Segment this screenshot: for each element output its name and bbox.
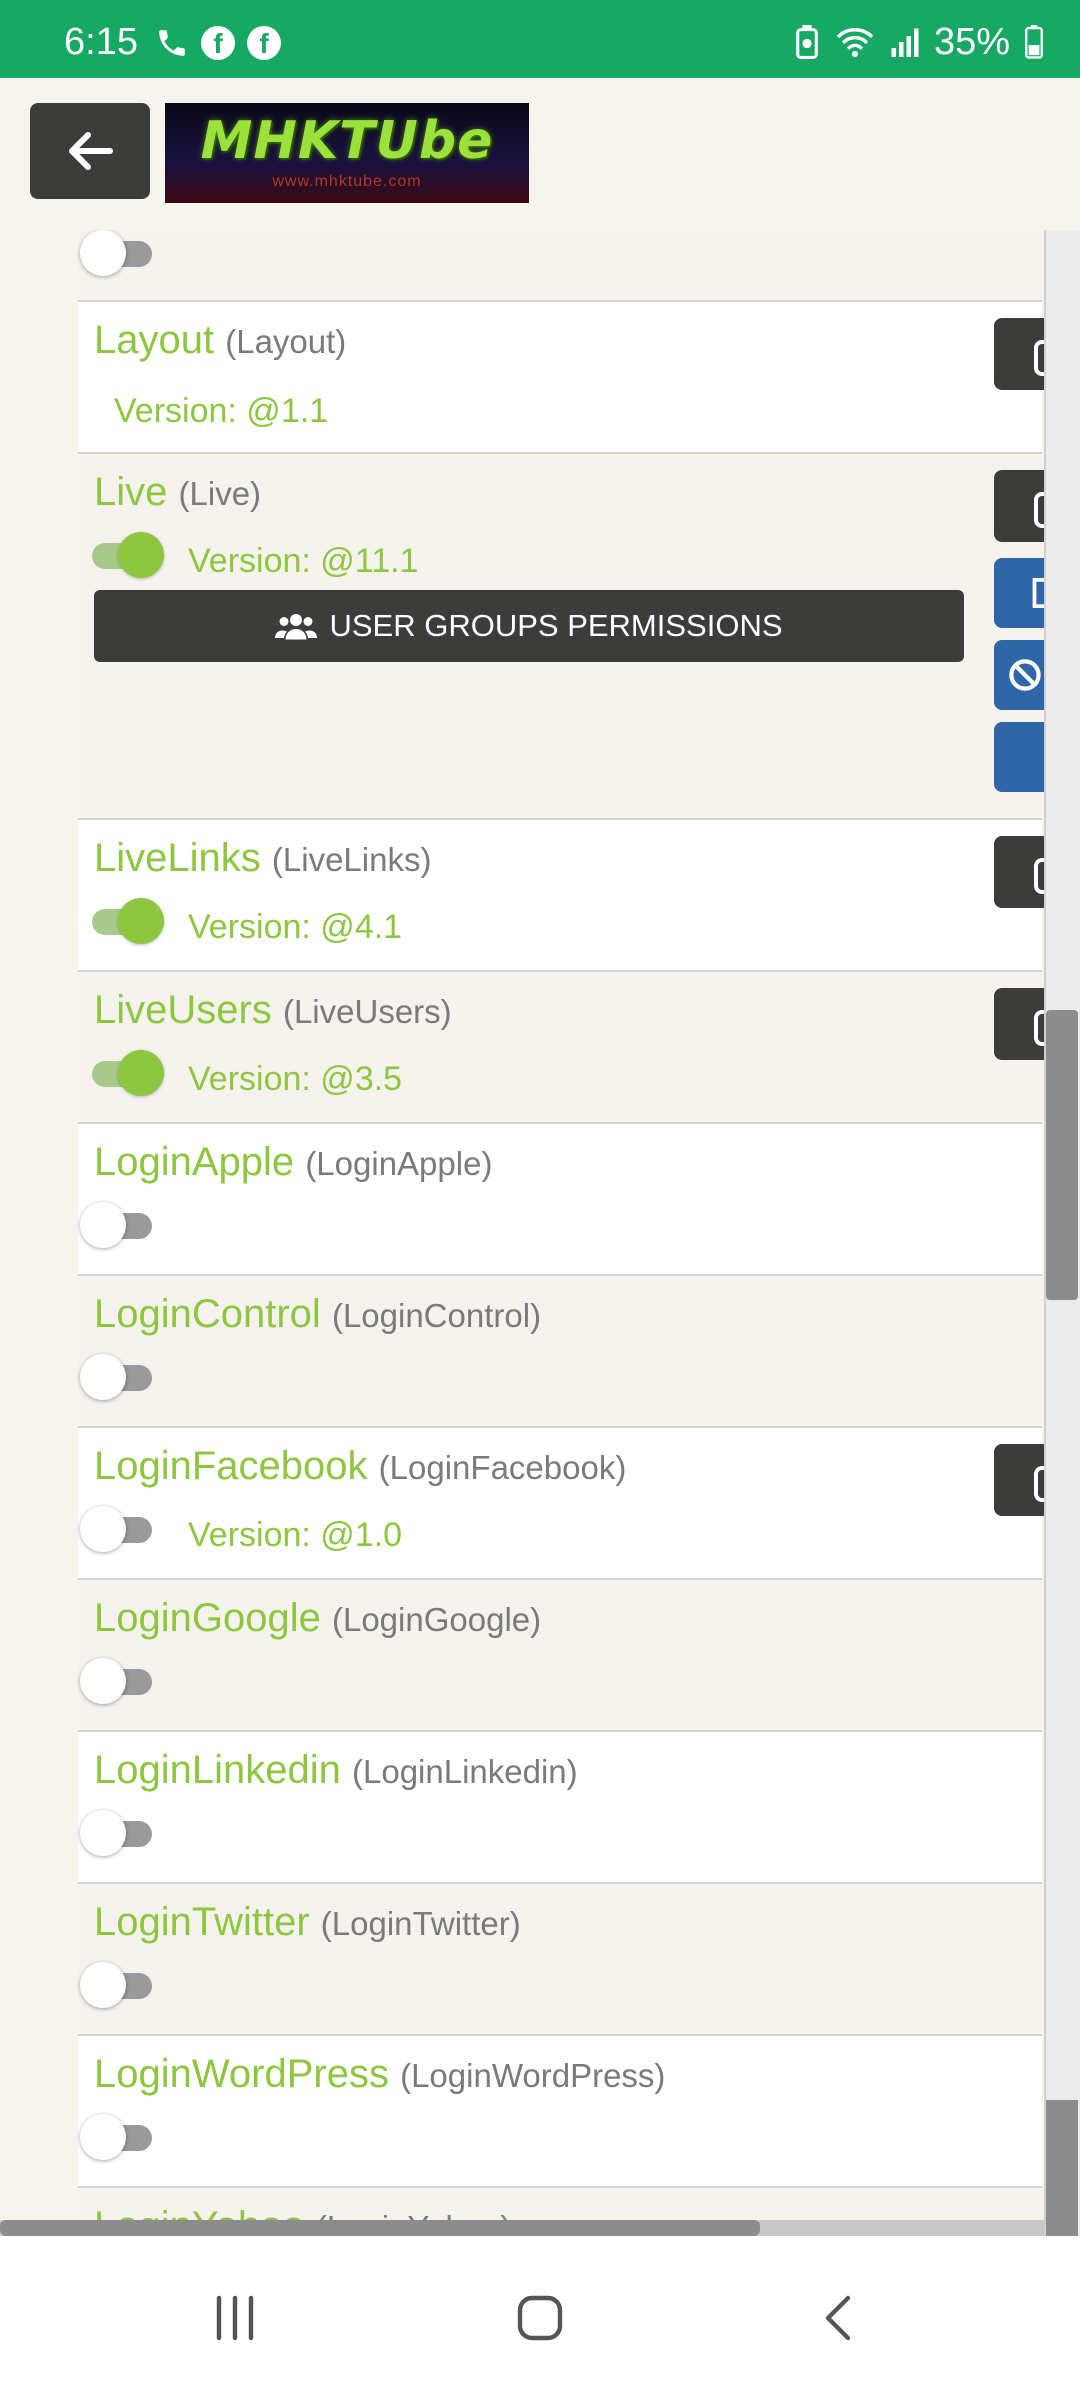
horizontal-scrollbar-thumb[interactable] (0, 2220, 760, 2236)
plugin-list-container[interactable]: Layout (Layout) Version: @1.1 Live (Live… (0, 230, 1080, 2236)
status-bar: 6:15 f f 35% (0, 0, 1080, 78)
plugin-id: (LoginTwitter) (320, 1905, 521, 1942)
signal-icon (891, 28, 919, 57)
recent-apps-icon (216, 2295, 254, 2341)
enable-toggle[interactable] (80, 1506, 152, 1552)
phone-icon (159, 30, 185, 56)
list-item: LoginLinkedin (LoginLinkedin) (78, 1732, 1042, 1884)
wifi-icon (836, 28, 874, 57)
plugin-id: (LoginFacebook) (378, 1449, 627, 1486)
users-icon (275, 614, 318, 640)
plugin-version: Version: @11.1 (188, 542, 419, 580)
plugin-name[interactable]: LiveUsers (94, 988, 272, 1032)
vertical-scrollbar-end (1046, 2100, 1078, 2236)
recycle-icon (796, 25, 818, 59)
enable-toggle[interactable] (80, 2114, 152, 2160)
enable-toggle[interactable] (80, 230, 152, 276)
battery-icon (1025, 25, 1043, 59)
enable-toggle[interactable] (80, 1658, 152, 1704)
site-logo[interactable]: MHKTUbe www.mhktube.com (165, 103, 529, 203)
list-item: LoginFacebook (LoginFacebook) Version: @… (78, 1428, 1056, 1580)
plugin-name[interactable]: LoginTwitter (94, 1900, 310, 1944)
plugin-id: (LoginWordPress) (400, 2057, 666, 2094)
plugin-name[interactable]: LoginLinkedin (94, 1748, 341, 1792)
arrow-left-icon (69, 132, 113, 170)
list-item: Layout (Layout) Version: @1.1 (78, 302, 1056, 454)
permissions-button-label: USER GROUPS PERMISSIONS (329, 608, 783, 643)
list-item: LoginGoogle (LoginGoogle) (78, 1580, 1042, 1732)
plugin-id: (LoginLinkedin) (352, 1753, 578, 1790)
enable-toggle[interactable] (92, 898, 164, 944)
home-button[interactable] (500, 2286, 580, 2350)
plugin-id: (LiveLinks) (271, 841, 432, 878)
enable-toggle[interactable] (92, 532, 164, 578)
plugin-name[interactable]: LoginWordPress (94, 2052, 389, 2096)
status-time: 6:15 (64, 21, 138, 63)
app-header: MHKTUbe www.mhktube.com (0, 78, 1080, 230)
back-button[interactable] (30, 103, 150, 199)
enable-toggle[interactable] (80, 1354, 152, 1400)
home-icon (517, 2295, 563, 2341)
enable-toggle[interactable] (80, 1202, 152, 1248)
plugin-id: (LoginGoogle) (331, 1601, 542, 1638)
plugin-id: (LoginApple) (305, 1145, 493, 1182)
user-groups-permissions-button[interactable]: USER GROUPS PERMISSIONS (94, 590, 964, 662)
recent-apps-button[interactable] (195, 2286, 275, 2350)
list-item: LiveLinks (LiveLinks) Version: @4.1 (78, 820, 1056, 972)
plugin-version: Version: @1.0 (188, 1516, 403, 1554)
plugin-version: Version: @3.5 (188, 1060, 403, 1098)
ban-icon (1009, 659, 1041, 691)
plugin-name[interactable]: LoginGoogle (94, 1596, 321, 1640)
list-item: LiveUsers (LiveUsers) Version: @3.5 (78, 972, 1056, 1124)
facebook-icon: f (247, 26, 281, 60)
plugin-id: (Live) (178, 475, 262, 512)
list-item: LoginControl (LoginControl) (78, 1276, 1042, 1428)
plugin-name[interactable]: LoginApple (94, 1140, 294, 1184)
plugin-id: (LoginControl) (331, 1297, 542, 1334)
plugin-name[interactable]: Layout (94, 318, 214, 362)
back-icon (825, 2295, 851, 2341)
logo-text: MHKTUbe (200, 111, 494, 171)
plugin-name[interactable]: LiveLinks (94, 836, 261, 880)
nav-back-button[interactable] (800, 2286, 880, 2350)
logo-subtext: www.mhktube.com (272, 173, 422, 190)
status-system-icons: 35% (794, 22, 1044, 62)
plugin-name[interactable]: LoginFacebook (94, 1444, 368, 1488)
plugin-version: Version: @4.1 (188, 908, 403, 946)
facebook-icon: f (201, 26, 235, 60)
list-item: LoginWordPress (LoginWordPress) (78, 2036, 1042, 2188)
battery-percent: 35% (933, 21, 1010, 63)
plugin-id: (LiveUsers) (282, 993, 452, 1030)
plugin-id: (Layout) (225, 323, 347, 360)
enable-toggle[interactable] (80, 1962, 152, 2008)
plugin-list: Layout (Layout) Version: @1.1 Live (Live… (78, 230, 1056, 2236)
status-notification-icons: f f (155, 26, 281, 60)
list-item: LoginApple (LoginApple) (78, 1124, 1042, 1276)
list-item (78, 230, 1042, 302)
list-item: LoginTwitter (LoginTwitter) (78, 1884, 1042, 2036)
plugin-version: Version: @1.1 (114, 392, 329, 430)
system-nav-bar (0, 2236, 1080, 2400)
plugin-name[interactable]: Live (94, 470, 167, 514)
plugin-name[interactable]: LoginControl (94, 1292, 321, 1336)
vertical-scrollbar-thumb[interactable] (1046, 1010, 1078, 1300)
enable-toggle[interactable] (80, 1810, 152, 1856)
enable-toggle[interactable] (92, 1050, 164, 1096)
list-item: Live (Live) Version: @11.1 USER GROUPS P… (78, 454, 1056, 820)
